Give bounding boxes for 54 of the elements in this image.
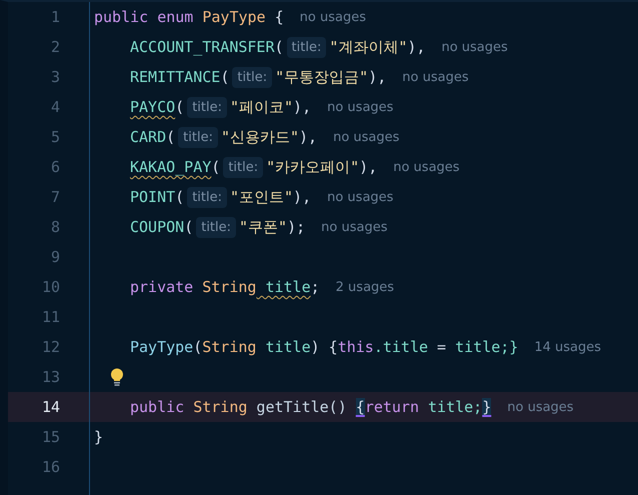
code-text: PAYCO( xyxy=(130,98,184,116)
usages-hint[interactable]: 14 usages xyxy=(534,340,602,354)
usages-hint[interactable]: no usages xyxy=(393,160,460,174)
code-text: } xyxy=(94,428,104,446)
code-text: "페이코"), xyxy=(230,98,312,116)
code-text: "쿠폰"); xyxy=(239,218,306,236)
line-number: 16 xyxy=(40,458,60,476)
lightbulb-icon[interactable] xyxy=(110,368,124,386)
code-text: REMITTANCE( xyxy=(130,68,230,86)
line-number: 4 xyxy=(50,98,60,116)
usages-hint[interactable]: no usages xyxy=(333,130,400,144)
code-text: CARD( xyxy=(130,128,176,146)
line-number: 6 xyxy=(50,158,60,176)
inlay-hint: title: xyxy=(178,126,218,148)
line-number: 5 xyxy=(50,128,60,146)
inlay-hint: title: xyxy=(223,156,264,178)
usages-hint[interactable]: no usages xyxy=(507,400,574,414)
line-number: 10 xyxy=(40,278,60,296)
code-text: public enum PayType { xyxy=(94,8,284,26)
usages-hint[interactable]: no usages xyxy=(327,190,394,204)
code-text: COUPON( xyxy=(130,218,194,236)
usages-hint[interactable]: no usages xyxy=(402,70,469,84)
code-text: KAKAO_PAY( xyxy=(130,158,220,176)
code-text: "신용카드"), xyxy=(220,128,318,146)
code-text: ACCOUNT_TRANSFER( xyxy=(130,38,284,56)
code-text: "계좌이체"), xyxy=(329,38,426,56)
usages-hint[interactable]: no usages xyxy=(441,40,508,54)
line-number: 15 xyxy=(40,428,60,446)
line-number: 3 xyxy=(50,68,60,86)
usages-hint[interactable]: 2 usages xyxy=(336,280,394,294)
usages-hint[interactable]: no usages xyxy=(321,220,388,234)
code-text: private String title; xyxy=(130,278,320,296)
inlay-hint: title: xyxy=(187,186,227,208)
line-number: 12 xyxy=(40,338,60,356)
code-text: PayType(String title) {this.title = title;} xyxy=(130,338,518,356)
code-text: "포인트"), xyxy=(230,188,312,206)
line-number: 1 xyxy=(50,8,60,26)
line-number: 2 xyxy=(50,38,60,56)
inlay-hint: title: xyxy=(187,96,227,118)
code-text: POINT( xyxy=(130,188,184,206)
line-number: 8 xyxy=(50,218,60,236)
inlay-hint: title: xyxy=(196,216,236,238)
code-text: public String getTitle() {return title;} xyxy=(130,398,492,416)
usages-hint[interactable]: no usages xyxy=(327,100,394,114)
inlay-hint: title: xyxy=(286,36,326,58)
inlay-hint: title: xyxy=(232,66,272,88)
line-number: 14 xyxy=(40,398,60,416)
code-text: "카카오페이"), xyxy=(266,158,378,176)
usages-hint[interactable]: no usages xyxy=(300,10,366,24)
line-number: 9 xyxy=(50,248,60,266)
line-number: 11 xyxy=(40,308,60,326)
code-text: "무통장입금"), xyxy=(275,68,386,86)
line-number: 7 xyxy=(50,188,60,206)
line-number: 13 xyxy=(40,368,60,386)
